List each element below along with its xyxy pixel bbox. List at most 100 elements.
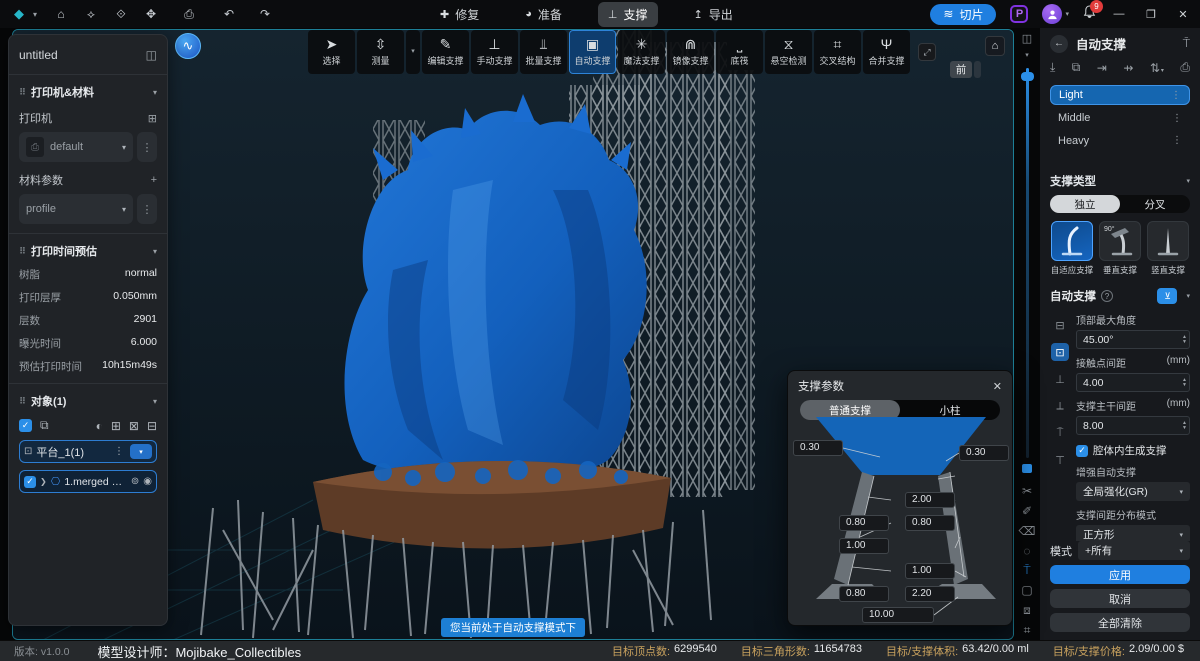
cavity-checkbox[interactable]: ✓ <box>1076 445 1088 457</box>
save-icon[interactable]: ⎙ <box>178 4 200 24</box>
layer-slider[interactable] <box>1026 68 1029 458</box>
import-preset-icon[interactable]: ⇥ <box>1097 61 1107 75</box>
kebab-icon[interactable]: ⋮ <box>114 446 124 457</box>
param-upper-mid[interactable]: 2.00 <box>905 492 955 508</box>
card-adaptive-support[interactable]: 自适应支撑 <box>1050 221 1094 276</box>
chevron-down-icon[interactable]: ▾ <box>1186 177 1190 185</box>
sort-icon[interactable]: ⇅▾ <box>1150 61 1164 75</box>
segment-branching[interactable]: 分叉 <box>1120 195 1190 213</box>
layer-slider-handle[interactable] <box>1021 72 1034 81</box>
scissors-icon[interactable]: ✂ <box>1022 481 1032 501</box>
tool-batch-support[interactable]: ⫫ 批量支撑 <box>520 30 567 74</box>
close-button[interactable]: ✕ <box>1174 8 1192 21</box>
orbit-icon[interactable]: ⟐ <box>110 4 132 24</box>
enhance-select[interactable]: 全局强化(GR) ▾ <box>1076 482 1190 501</box>
copy-preset-icon[interactable]: ⧉ <box>1072 60 1081 75</box>
tool-manual-support[interactable]: ⊥ 手动支撑 <box>471 30 518 74</box>
logo-caret-icon[interactable]: ▾ <box>30 4 40 24</box>
model-row[interactable]: ✓ ❯ ⎔ 1.merged model.stl... ⊚ ◉ <box>19 470 157 493</box>
delete-icon[interactable]: ⊠ <box>129 419 139 433</box>
dialog-close-icon[interactable]: ✕ <box>993 380 1002 393</box>
tool-measure[interactable]: ⇳ 测量 <box>357 30 404 74</box>
printer-menu-button[interactable]: ⋮ <box>137 132 157 162</box>
support-params-dialog[interactable]: 支撑参数 ✕ 普通支撑 小柱 0.30 0.30 <box>787 370 1013 626</box>
param-mid-right-1[interactable]: 0.80 <box>905 515 955 531</box>
param-mid-left-1[interactable]: 0.80 <box>839 515 889 531</box>
help-icon[interactable]: ? <box>1101 290 1113 302</box>
chevron-down-icon[interactable]: ▾ <box>153 88 157 97</box>
redo-icon[interactable]: ↷ <box>254 4 276 24</box>
group-icon[interactable]: ⧉ <box>40 418 49 433</box>
tool-magic-support[interactable]: ✳ 魔法支撑 <box>618 30 665 74</box>
support-tool-icon[interactable]: ⍑ <box>1023 561 1030 581</box>
tool-cross-structure[interactable]: ⌗ 交叉结构 <box>814 30 861 74</box>
add-frame-icon[interactable]: ⊞ <box>111 419 121 433</box>
chevron-down-icon[interactable]: ▾ <box>153 247 157 256</box>
cavity-support-checkbox-row[interactable]: ✓ 腔体内生成支撑 <box>1076 443 1190 458</box>
select-all-checkbox[interactable]: ✓ <box>19 419 32 432</box>
app-logo-icon[interactable]: ◆ <box>8 4 30 24</box>
nav-repair[interactable]: ✚ 修复 <box>430 2 489 27</box>
support-b-icon[interactable]: ⟂ <box>1051 397 1069 415</box>
tool-mirror-support[interactable]: ⋒ 镜像支撑 <box>667 30 714 74</box>
kebab-icon[interactable]: ⋮ <box>1172 113 1182 124</box>
pen-icon[interactable]: ✐ <box>1022 501 1032 521</box>
param-low-right[interactable]: 2.20 <box>905 586 955 602</box>
kebab-icon[interactable]: ⋮ <box>1172 135 1182 146</box>
stamp-icon[interactable]: ⟡ <box>80 4 102 24</box>
spacing-distribution-select[interactable]: 正方形 ▾ <box>1076 525 1190 541</box>
tool-select[interactable]: ➤ 选择 <box>308 30 355 74</box>
eraser-icon[interactable]: ⌫ <box>1019 521 1036 541</box>
box-icon[interactable]: ▢ <box>1021 581 1032 601</box>
panel-toggle-icon[interactable]: ◫ <box>146 48 157 62</box>
platform-dropdown-button[interactable]: ▾ <box>130 444 152 459</box>
reset-view-button[interactable]: ⌂ <box>985 36 1005 56</box>
palette-icon[interactable]: ◐ <box>96 419 103 433</box>
top-angle-input[interactable]: 45.00° ▲▼ <box>1076 330 1190 349</box>
download-preset-icon[interactable]: ⤓ <box>1050 60 1055 75</box>
move-icon[interactable]: ✥ <box>140 4 162 24</box>
export-preset-icon[interactable]: ⇸ <box>1123 61 1133 75</box>
stepper-icon[interactable]: ▲▼ <box>1182 378 1187 388</box>
visibility-settings-icon[interactable]: ⊟ <box>147 419 157 433</box>
slice-button[interactable]: ≋ 切片 <box>930 4 996 25</box>
layer-slider-end-handle[interactable] <box>1022 464 1032 473</box>
preset-light[interactable]: Light ⋮ <box>1050 85 1190 105</box>
material-select[interactable]: profile ▾ <box>19 194 133 224</box>
width-icon[interactable]: ⊟ <box>1051 316 1069 334</box>
grid-icon[interactable]: ⌗ <box>1024 620 1031 640</box>
chevron-down-icon[interactable]: ▾ <box>153 397 157 406</box>
contact-icon[interactable]: ⊡ <box>1051 343 1069 361</box>
nav-support[interactable]: ⊥ 支撑 <box>598 2 658 27</box>
support-c-icon[interactable]: ⍑ <box>1051 424 1069 442</box>
contact-spacing-input[interactable]: 4.00 ▲▼ <box>1076 373 1190 392</box>
account-menu[interactable]: ▾ <box>1042 4 1069 24</box>
section-objects[interactable]: ⠿ 对象(1) ▾ <box>19 393 157 409</box>
support-a-icon[interactable]: ⊥ <box>1051 370 1069 388</box>
mode-select[interactable]: +所有 ▾ <box>1078 541 1190 560</box>
expand-row-icon[interactable]: ❯ <box>40 477 47 486</box>
minimize-button[interactable]: — <box>1110 8 1128 20</box>
trunk-spacing-input[interactable]: 8.00 ▲▼ <box>1076 416 1190 435</box>
card-perpendicular-support[interactable]: 90° 垂直支撑 <box>1098 221 1142 276</box>
model-checkbox[interactable]: ✓ <box>24 476 36 488</box>
tool-raft[interactable]: ⎵ 底筏 <box>716 30 763 74</box>
chevron-down-icon[interactable]: ▾ <box>1025 47 1029 64</box>
tool-auto-support[interactable]: ▣ 自动支撑 <box>569 30 616 74</box>
param-top-right[interactable]: 0.30 <box>959 445 1009 461</box>
section-time-estimate[interactable]: ⠿ 打印时间预估 ▾ <box>19 243 157 259</box>
param-bottom[interactable]: 10.00 <box>862 607 934 623</box>
clear-all-button[interactable]: 全部清除 <box>1050 613 1190 632</box>
undo-icon[interactable]: ↶ <box>218 4 240 24</box>
sphere-icon[interactable]: ◌ <box>1023 541 1030 561</box>
printer-select[interactable]: ⎙ default ▾ <box>19 132 133 162</box>
preset-heavy[interactable]: Heavy ⋮ <box>1050 131 1190 151</box>
param-mid-left-2[interactable]: 1.00 <box>839 538 889 554</box>
stepper-icon[interactable]: ▲▼ <box>1182 335 1187 345</box>
kebab-icon[interactable]: ⋮ <box>1171 90 1181 101</box>
param-top-left[interactable]: 0.30 <box>793 440 843 456</box>
stepper-icon[interactable]: ▲▼ <box>1182 421 1187 431</box>
cancel-button[interactable]: 取消 <box>1050 589 1190 608</box>
visibility-icon[interactable]: ◉ <box>143 476 152 487</box>
nav-export[interactable]: ↥ 导出 <box>684 2 743 27</box>
